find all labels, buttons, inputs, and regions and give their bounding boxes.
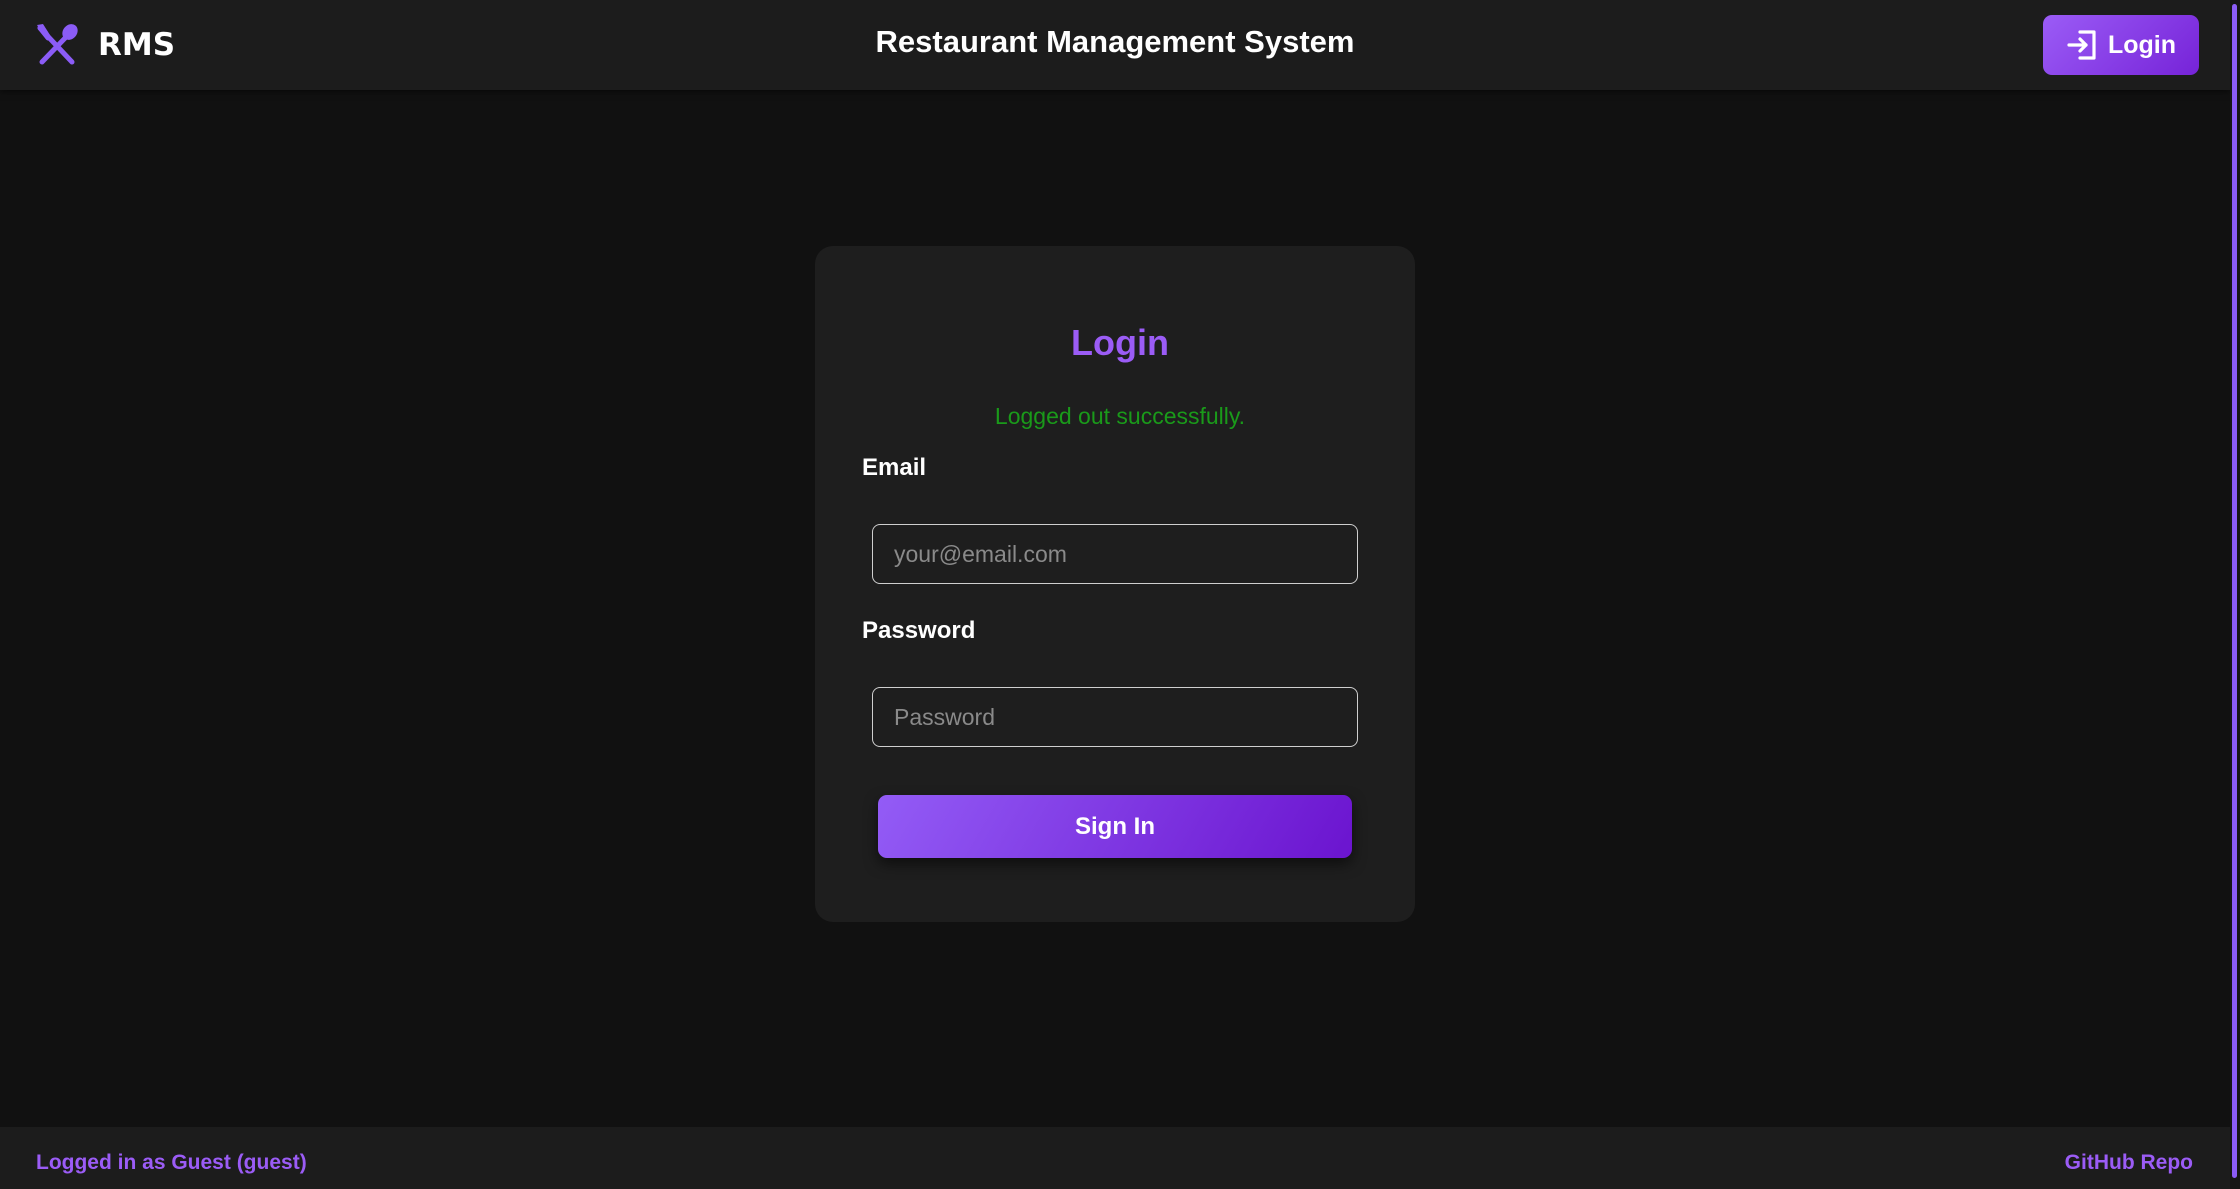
github-repo-link[interactable]: GitHub Repo xyxy=(2065,1151,2193,1175)
logout-success-message: Logged out successfully. xyxy=(994,403,1246,429)
scrollbar-thumb[interactable] xyxy=(2232,4,2237,1178)
login-status-text: Logged in as Guest (guest) xyxy=(36,1151,307,1174)
password-field[interactable] xyxy=(872,687,1358,747)
page-title: Restaurant Management System xyxy=(875,24,1355,59)
footer: Logged in as Guest (guest) GitHub Repo xyxy=(0,1127,2230,1189)
email-label: Email xyxy=(862,454,927,481)
app-root: RMS Restaurant Management System Login L… xyxy=(0,0,2240,1189)
sign-in-button[interactable]: Sign In xyxy=(878,795,1352,858)
email-field[interactable] xyxy=(872,524,1358,584)
sign-in-icon xyxy=(2067,30,2096,60)
header-login-button[interactable]: Login xyxy=(2043,15,2199,75)
login-heading: Login xyxy=(1071,322,1169,363)
brand-name: RMS xyxy=(98,27,176,63)
top-navbar: RMS Restaurant Management System Login xyxy=(0,0,2230,90)
utensils-crossed-icon xyxy=(37,24,78,65)
password-label: Password xyxy=(862,617,976,644)
header-login-label: Login xyxy=(2107,30,2177,59)
brand-home-link[interactable]: RMS xyxy=(34,22,175,68)
page-scrollbar[interactable] xyxy=(2230,0,2240,1189)
